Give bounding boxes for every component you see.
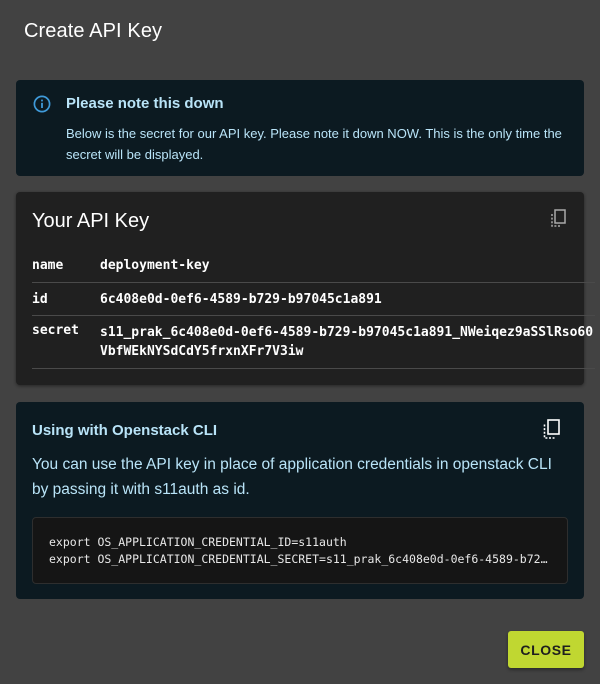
code-line: export OS_APPLICATION_CREDENTIAL_SECRET=… xyxy=(49,552,551,566)
row-value: 6c408e0d-0ef6-4589-b729-b97045c1a891 xyxy=(100,291,382,307)
table-row: name deployment-key xyxy=(32,249,595,283)
info-alert: Please note this down Below is the secre… xyxy=(16,80,584,176)
table-row: id 6c408e0d-0ef6-4589-b729-b97045c1a891 xyxy=(32,283,595,316)
api-key-card: Your API Key name deployment-key id 6c40… xyxy=(16,192,595,385)
alert-body: Below is the secret for our API key. Ple… xyxy=(66,126,562,162)
code-block[interactable]: export OS_APPLICATION_CREDENTIAL_ID=s11a… xyxy=(32,517,568,584)
api-key-table: name deployment-key id 6c408e0d-0ef6-458… xyxy=(32,249,595,369)
row-value: deployment-key xyxy=(100,258,210,273)
close-button[interactable]: CLOSE xyxy=(508,631,584,668)
row-key: name xyxy=(32,258,64,273)
alert-title: Please note this down xyxy=(66,95,224,112)
dialog-title: Create API Key xyxy=(24,20,163,42)
info-icon xyxy=(33,95,51,113)
row-key: secret xyxy=(32,323,79,338)
copy-icon[interactable] xyxy=(540,418,562,440)
row-key: id xyxy=(32,291,48,307)
cli-card-title: Using with Openstack CLI xyxy=(32,422,218,439)
table-row: secret s11_prak_6c408e0d-0ef6-4589-b729-… xyxy=(32,316,595,369)
api-key-card-title: Your API Key xyxy=(32,210,150,232)
row-value: s11_prak_6c408e0d-0ef6-4589-b729-b97045c… xyxy=(100,325,594,359)
code-line: export OS_APPLICATION_CREDENTIAL_ID=s11a… xyxy=(49,535,347,549)
copy-icon[interactable] xyxy=(548,208,568,228)
cli-description: You can use the API key in place of appl… xyxy=(32,456,552,498)
cli-card: Using with Openstack CLI You can use the… xyxy=(16,402,584,599)
